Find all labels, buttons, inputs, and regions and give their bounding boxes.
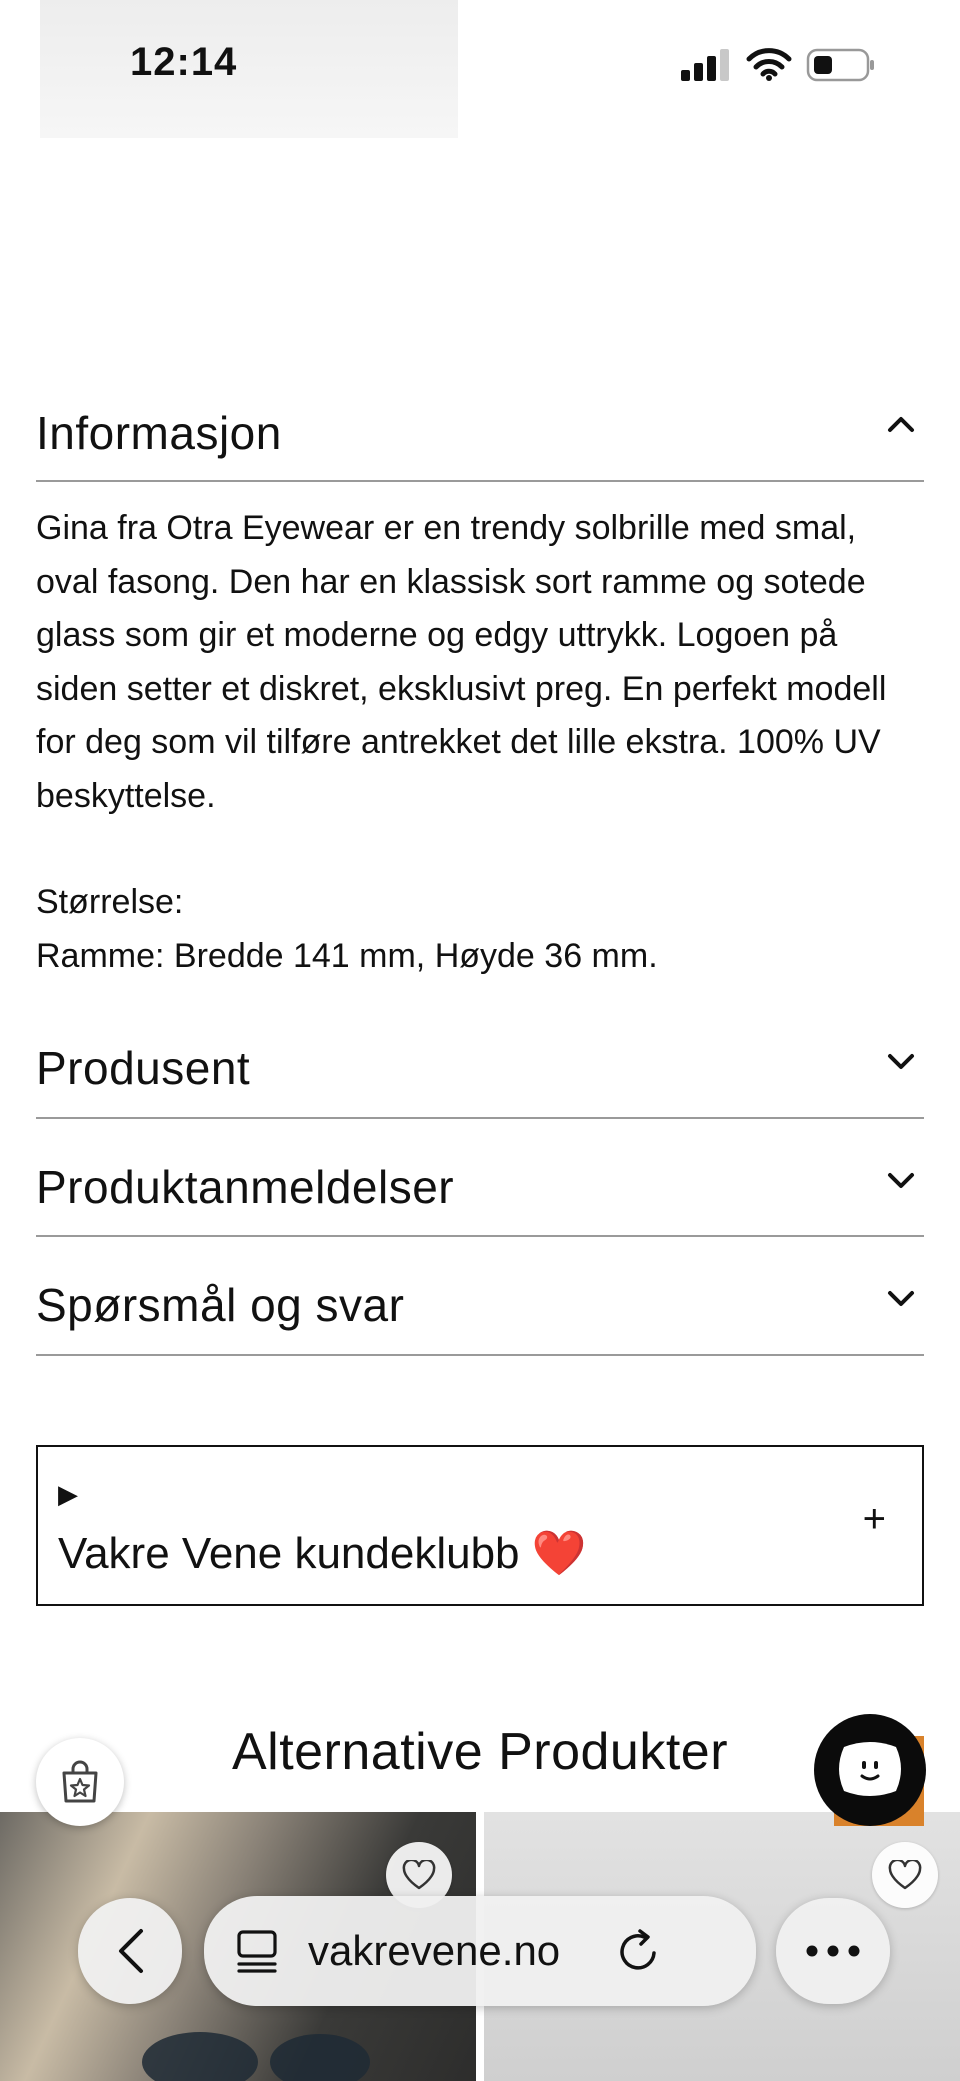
chevron-down-icon — [888, 1054, 914, 1069]
status-bar — [40, 0, 458, 138]
wishlist-button[interactable] — [872, 1842, 938, 1908]
accordion-title: Produsent — [36, 1042, 251, 1094]
chevron-up-icon — [888, 417, 914, 432]
accordion-produktanmeldelser[interactable]: Produktanmeldelser — [36, 1154, 924, 1237]
accordion-title: Informasjon — [36, 407, 282, 459]
customer-club-label: Vakre Vene kundeklubb ❤️ — [58, 1529, 587, 1578]
more-button[interactable] — [776, 1898, 890, 2004]
size-value: Ramme: Bredde 141 mm, Høyde 36 mm. — [36, 936, 658, 975]
product-description: Gina fra Otra Eyewear er en trendy solbr… — [36, 502, 926, 983]
accordion-informasjon[interactable]: Informasjon — [36, 400, 924, 482]
address-bar[interactable]: vakrevene.no — [204, 1896, 756, 2006]
sunglasses-icon — [142, 2032, 370, 2081]
wifi-icon — [746, 48, 792, 81]
disclosure-triangle-icon: ▶ — [58, 1479, 78, 1509]
accordion-title: Produktanmeldelser — [36, 1161, 455, 1213]
customer-club-toggle[interactable]: ▶ Vakre Vene kundeklubb ❤️ + — [36, 1445, 924, 1606]
cellular-signal-icon — [681, 49, 729, 81]
tabs-icon[interactable] — [234, 1928, 280, 1974]
heart-icon — [888, 1860, 922, 1890]
accordion-title: Spørsmål og svar — [36, 1279, 405, 1331]
more-icon — [806, 1945, 860, 1957]
chevron-down-icon — [888, 1173, 914, 1188]
reload-icon[interactable] — [616, 1927, 662, 1975]
description-text: Gina fra Otra Eyewear er en trendy solbr… — [36, 509, 887, 815]
shop-app-button[interactable] — [36, 1738, 124, 1826]
size-label: Størrelse: — [36, 883, 184, 921]
status-time: 12:14 — [130, 40, 238, 84]
chat-face-icon — [839, 1742, 901, 1796]
url-text: vakrevene.no — [308, 1927, 561, 1974]
chevron-down-icon — [888, 1291, 914, 1306]
plus-icon: + — [862, 1497, 886, 1541]
chevron-left-icon — [119, 1929, 143, 1973]
battery-icon — [806, 48, 874, 82]
back-button[interactable] — [78, 1898, 182, 2004]
accordion-produsent[interactable]: Produsent — [36, 1035, 924, 1119]
chat-button[interactable] — [814, 1714, 926, 1826]
shopping-bag-star-icon — [62, 1760, 98, 1803]
accordion-sporsmal-og-svar[interactable]: Spørsmål og svar — [36, 1272, 924, 1356]
heart-icon — [402, 1860, 436, 1890]
